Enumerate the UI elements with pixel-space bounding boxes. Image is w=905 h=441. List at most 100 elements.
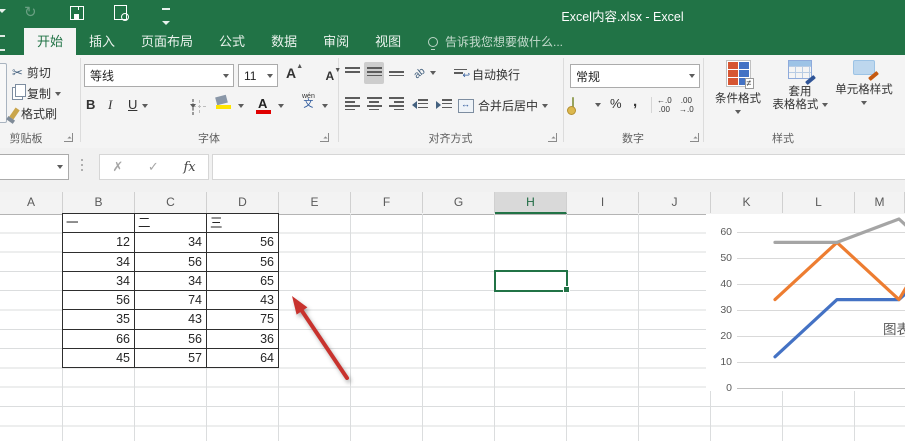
- tab-视图[interactable]: 视图: [362, 28, 414, 55]
- underline-button[interactable]: U: [128, 97, 137, 112]
- column-header-F[interactable]: F: [351, 192, 423, 213]
- bold-button[interactable]: B: [86, 97, 95, 112]
- increase-indent-button[interactable]: [436, 99, 452, 110]
- tell-me-box[interactable]: 告诉我您想要做什么...: [428, 28, 563, 55]
- table-cell[interactable]: 64: [207, 349, 279, 368]
- redo-icon[interactable]: ↻: [24, 3, 37, 21]
- align-top-button[interactable]: [342, 62, 362, 84]
- alignment-dialog-launcher-icon[interactable]: [548, 133, 557, 142]
- font-dialog-launcher-icon[interactable]: [320, 133, 329, 142]
- name-box[interactable]: [0, 154, 69, 180]
- tab-插入[interactable]: 插入: [76, 28, 128, 55]
- number-dialog-launcher-icon[interactable]: [690, 133, 699, 142]
- table-cell[interactable]: 66: [63, 330, 135, 349]
- selected-cell-outline[interactable]: [494, 270, 568, 292]
- table-header-cell[interactable]: 一: [63, 214, 135, 233]
- qat-overflow-caret-icon[interactable]: [0, 9, 6, 13]
- table-cell[interactable]: 57: [135, 349, 207, 368]
- formula-input[interactable]: [212, 154, 905, 180]
- column-header-M[interactable]: M: [855, 192, 905, 213]
- table-header-cell[interactable]: 二: [135, 214, 207, 233]
- table-cell[interactable]: 45: [63, 349, 135, 368]
- format-as-table-button[interactable]: 套用 表格格式: [771, 60, 829, 112]
- align-middle-button[interactable]: [364, 62, 384, 84]
- font-color-button[interactable]: A: [258, 96, 267, 111]
- chevron-down-icon[interactable]: [278, 104, 284, 108]
- chevron-down-icon[interactable]: [595, 103, 601, 107]
- table-header-cell[interactable]: 三: [207, 214, 279, 233]
- customize-quick-access-icon[interactable]: [162, 8, 170, 30]
- table-cell[interactable]: 56: [207, 233, 279, 252]
- chevron-down-icon[interactable]: [430, 71, 436, 75]
- font-name-combo[interactable]: 等线: [84, 64, 234, 87]
- column-header-A[interactable]: A: [0, 192, 63, 213]
- italic-button[interactable]: I: [108, 97, 112, 113]
- cell-styles-button[interactable]: 单元格样式: [829, 60, 899, 105]
- table-cell[interactable]: 56: [135, 253, 207, 272]
- copy-button[interactable]: 复制: [12, 85, 61, 102]
- tab-开始[interactable]: 开始: [24, 28, 76, 55]
- print-preview-icon[interactable]: [114, 5, 127, 20]
- phonetic-guide-button[interactable]: wén 文: [302, 93, 315, 110]
- table-cell[interactable]: 34: [135, 272, 207, 291]
- paste-button-fragment[interactable]: [0, 63, 7, 123]
- column-header-H[interactable]: H: [495, 192, 567, 214]
- tab-数据[interactable]: 数据: [258, 28, 310, 55]
- table-cell[interactable]: 36: [207, 330, 279, 349]
- decrease-indent-button[interactable]: [412, 99, 428, 110]
- table-cell[interactable]: 56: [135, 330, 207, 349]
- file-tab-fragment[interactable]: [0, 35, 5, 51]
- table-cell[interactable]: 35: [63, 310, 135, 329]
- chevron-down-icon[interactable]: [322, 104, 328, 108]
- column-header-E[interactable]: E: [279, 192, 351, 213]
- fill-handle[interactable]: [563, 286, 570, 293]
- table-cell[interactable]: 65: [207, 272, 279, 291]
- font-size-combo[interactable]: 11: [238, 64, 278, 87]
- table-cell[interactable]: 56: [63, 291, 135, 310]
- save-icon[interactable]: [70, 6, 84, 20]
- column-header-K[interactable]: K: [711, 192, 783, 213]
- align-center-button[interactable]: [364, 94, 384, 116]
- cancel-icon[interactable]: ✗: [112, 159, 123, 175]
- orientation-icon[interactable]: ab: [412, 66, 428, 82]
- comma-style-button[interactable]: ,: [633, 93, 637, 110]
- column-header-L[interactable]: L: [783, 192, 855, 213]
- insert-function-icon[interactable]: fx: [183, 160, 195, 175]
- column-header-J[interactable]: J: [639, 192, 711, 213]
- align-left-button[interactable]: [342, 94, 362, 116]
- table-cell[interactable]: 34: [135, 233, 207, 252]
- number-format-combo[interactable]: 常规: [570, 64, 700, 88]
- enter-icon[interactable]: ✓: [148, 159, 159, 175]
- align-bottom-button[interactable]: [386, 62, 406, 84]
- chart-object[interactable]: 图表标题 0102030405060: [706, 214, 905, 391]
- percent-style-button[interactable]: %: [610, 96, 622, 111]
- accounting-format-icon[interactable]: [572, 97, 574, 113]
- tab-公式[interactable]: 公式: [206, 28, 258, 55]
- clipboard-dialog-launcher-icon[interactable]: [64, 133, 73, 142]
- table-cell[interactable]: 74: [135, 291, 207, 310]
- table-cell[interactable]: 34: [63, 253, 135, 272]
- column-header-I[interactable]: I: [567, 192, 639, 213]
- column-header-C[interactable]: C: [135, 192, 207, 213]
- table-cell[interactable]: 34: [63, 272, 135, 291]
- decrease-font-size-button[interactable]: A▼: [325, 69, 334, 83]
- table-cell[interactable]: 43: [207, 291, 279, 310]
- column-header-G[interactable]: G: [423, 192, 495, 213]
- fill-color-button[interactable]: [216, 96, 227, 104]
- table-cell[interactable]: 12: [63, 233, 135, 252]
- align-right-button[interactable]: [386, 94, 406, 116]
- wrap-text-button[interactable]: ↩ 自动换行: [454, 66, 520, 83]
- merge-center-button[interactable]: 合并后居中: [458, 97, 548, 114]
- cut-button[interactable]: ✂ 剪切: [12, 64, 51, 81]
- column-header-B[interactable]: B: [63, 192, 135, 213]
- chevron-down-icon[interactable]: [190, 104, 196, 108]
- table-cell[interactable]: 75: [207, 310, 279, 329]
- decrease-decimal-button[interactable]: .00 →.0: [679, 96, 694, 114]
- increase-font-size-button[interactable]: A▲: [286, 65, 296, 81]
- chevron-down-icon[interactable]: [238, 104, 244, 108]
- format-painter-button[interactable]: 格式刷: [12, 105, 57, 122]
- column-header-D[interactable]: D: [207, 192, 279, 213]
- tab-页面布局[interactable]: 页面布局: [128, 28, 206, 55]
- chevron-down-icon[interactable]: [142, 104, 148, 108]
- table-cell[interactable]: 56: [207, 253, 279, 272]
